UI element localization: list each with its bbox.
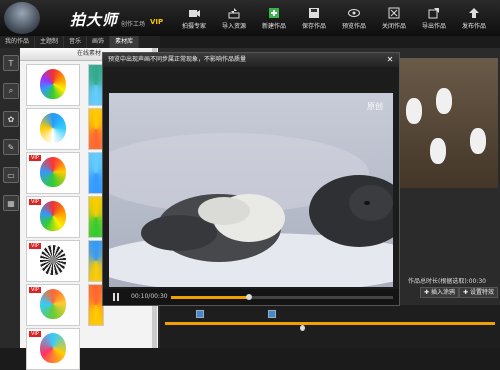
tab-0[interactable]: 我的作品 (0, 36, 36, 48)
bird-shape (436, 88, 452, 114)
seal-scene (109, 93, 393, 287)
time-readout: 00:10/00:30 (131, 293, 168, 300)
pause-icon[interactable] (111, 292, 121, 302)
tab-2[interactable]: 音乐 (64, 36, 88, 48)
balloon-image (40, 201, 66, 231)
brush-icon[interactable]: ✎ (3, 139, 19, 155)
vip-tag: VIP (29, 155, 41, 161)
text-tool-icon[interactable]: T (3, 55, 19, 71)
tab-1[interactable]: 主题制 (35, 36, 65, 48)
close-icon[interactable]: ✕ (385, 53, 395, 67)
vip-tag: VIP (29, 243, 41, 249)
toolbar-button-7[interactable]: 发布作品 (454, 0, 494, 36)
progress-knob[interactable] (245, 294, 252, 300)
effect-label: 设置特效 (469, 289, 494, 296)
timeline[interactable] (160, 305, 500, 348)
frame-icon[interactable]: ▭ (3, 167, 19, 183)
palette-icon[interactable]: ✿ (3, 111, 19, 127)
tab-4[interactable]: 素材库 (110, 36, 140, 48)
side-tool-strip: T ⌕ ✿ ✎ ▭ ▦ (0, 48, 21, 348)
dialog-title: 预览中出现声画不同步属正常现象，不影响作品质量 (108, 56, 247, 63)
new-icon (269, 7, 279, 18)
material-thumbnail[interactable] (26, 64, 80, 106)
progress-fill (171, 296, 249, 299)
app-subtitle: 创作工场 (121, 21, 146, 28)
bird-shape (470, 128, 486, 154)
insert-label: 插入涂鸦 (430, 289, 455, 296)
toolbar-label: 导出作品 (421, 22, 446, 30)
total-time: 00:30 (150, 293, 168, 300)
vip-tag: VIP (29, 287, 41, 293)
bird-shape (430, 138, 446, 164)
video-frame: 原创 (109, 93, 393, 287)
toolbar-label: 关闭作品 (381, 22, 406, 30)
timeline-track[interactable] (165, 322, 495, 325)
toolbar-label: 新建作品 (261, 22, 286, 30)
material-thumbnail[interactable]: VIP (26, 328, 80, 370)
toolbar-button-3[interactable]: 保存作品 (294, 0, 334, 36)
material-thumbnail[interactable]: VIP (26, 196, 80, 238)
balloon-image (40, 289, 66, 319)
material-thumbnail[interactable]: VIP (26, 284, 80, 326)
insert-doodle-button[interactable]: ✚ 插入涂鸦 (420, 287, 459, 298)
app-title: 拍大师 (70, 11, 119, 29)
save-icon (309, 7, 319, 18)
preview-photo (398, 58, 498, 188)
bird-shape (406, 98, 422, 124)
toolbar-label: 拍摄专家 (181, 22, 206, 30)
top-toolbar: 拍大师 创作工场 VIP 拍摄专家 导入资源 新建作品 保存作品 预览作品 关闭作品 导出作… (0, 0, 500, 36)
toolbar-label: 发布作品 (461, 22, 486, 30)
vip-tag: VIP (29, 199, 41, 205)
search-icon[interactable]: ⌕ (3, 83, 19, 99)
vip-badge: VIP (150, 18, 164, 26)
balloon-image (40, 69, 66, 99)
dialog-title-bar: 预览中出现声画不同步属正常现象，不影响作品质量 ✕ (103, 53, 399, 67)
material-thumbnail[interactable] (26, 108, 80, 150)
balloon-image (40, 245, 66, 275)
toolbar-button-5[interactable]: 关闭作品 (374, 0, 414, 36)
camera-icon (189, 9, 200, 17)
app-logo (4, 2, 40, 34)
toolbar-button-4[interactable]: 预览作品 (334, 0, 374, 36)
video-watermark: 原创 (367, 102, 383, 111)
set-effect-button[interactable]: ✚ 设置特效 (459, 287, 498, 298)
duration-label: 作品总时长(根据选取):00:30 (408, 278, 486, 285)
export-icon (428, 7, 439, 18)
toolbar-buttons: 拍摄专家 导入资源 新建作品 保存作品 预览作品 关闭作品 导出作品 发布作品 (174, 0, 494, 36)
preview-dialog: 预览中出现声画不同步属正常现象，不影响作品质量 ✕ 原创 00:10/00:30 (102, 52, 400, 306)
playhead-handle[interactable] (300, 325, 305, 331)
timeline-marker[interactable] (268, 310, 276, 318)
upload-icon (469, 7, 479, 18)
eye-icon (348, 8, 360, 17)
balloon-image (40, 333, 66, 363)
image-icon[interactable]: ▦ (3, 195, 19, 211)
toolbar-button-6[interactable]: 导出作品 (414, 0, 454, 36)
toolbar-button-2[interactable]: 新建作品 (254, 0, 294, 36)
toolbar-label: 预览作品 (341, 22, 366, 30)
progress-bar[interactable] (171, 294, 393, 300)
close-icon (388, 7, 400, 18)
vip-tag: VIP (29, 331, 41, 337)
toolbar-button-1[interactable]: 导入资源 (214, 0, 254, 36)
material-thumbnail[interactable]: VIP (26, 152, 80, 194)
tab-3[interactable]: 画饰 (87, 36, 111, 48)
toolbar-label: 保存作品 (301, 22, 326, 30)
import-icon (228, 7, 240, 18)
toolbar-button-0[interactable]: 拍摄专家 (174, 0, 214, 36)
timeline-marker[interactable] (196, 310, 204, 318)
material-thumbnail[interactable]: VIP (26, 240, 80, 282)
toolbar-label: 导入资源 (221, 22, 246, 30)
balloon-image (40, 157, 66, 187)
current-time: 00:10 (131, 293, 149, 300)
balloon-image (40, 113, 66, 143)
player-controls: 00:10/00:30 (103, 289, 399, 305)
